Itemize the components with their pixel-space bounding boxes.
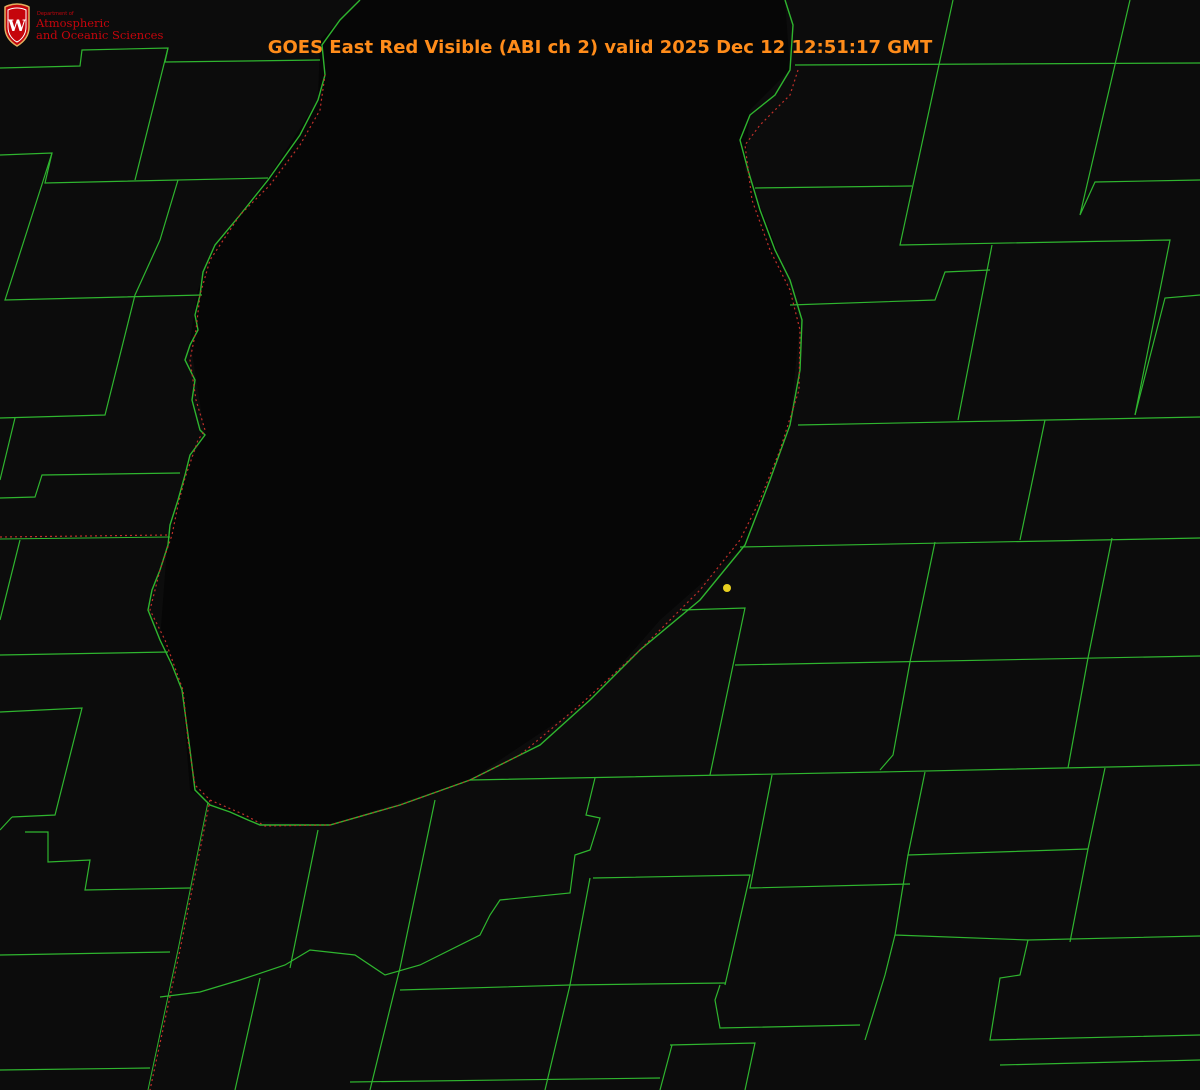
station-marker	[723, 584, 731, 592]
crest-letter: W	[7, 16, 27, 35]
image-title: GOES East Red Visible (ABI ch 2) valid 2…	[267, 37, 933, 58]
satellite-map	[0, 0, 1200, 1090]
